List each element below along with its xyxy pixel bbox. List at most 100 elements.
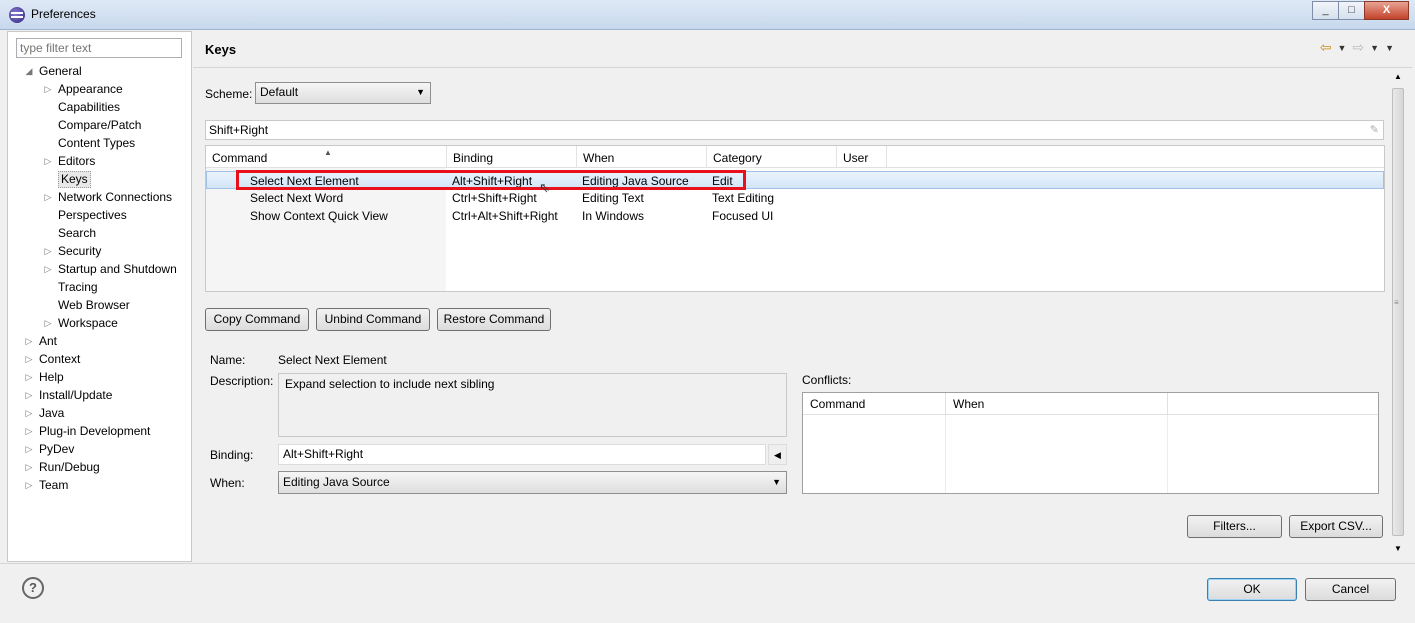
expand-arrow-icon[interactable]: ▷ [24,332,34,350]
copy-command-button[interactable]: Copy Command [205,308,309,331]
conflicts-column-when[interactable]: When [946,393,1168,415]
tree-item-label: Context [39,352,81,366]
tree-item-label: Search [58,226,97,240]
binding-menu-button[interactable]: ◀ [768,444,787,465]
table-row[interactable]: Select Next Word Ctrl+Shift+Right Editing … [206,189,1384,207]
tree-item[interactable]: Capabilities [8,98,191,116]
annotation-highlight-box [236,170,746,190]
ok-button[interactable]: OK [1207,578,1297,601]
window-title: Preferences [31,7,96,21]
tree-item[interactable]: Compare/Patch [8,116,191,134]
expand-arrow-icon[interactable]: ▷ [24,386,34,404]
tree-item[interactable]: Perspectives [8,206,191,224]
tree-item-label: Startup and Shutdown [58,262,177,276]
scroll-down-icon[interactable]: ▼ [1391,544,1405,553]
expand-arrow-icon[interactable]: ▷ [24,422,34,440]
scroll-up-icon[interactable]: ▲ [1391,72,1405,81]
when-value: Editing Java Source [283,475,390,489]
expand-arrow-icon[interactable]: ◢ [24,62,34,80]
tree-item[interactable]: ▷ Startup and Shutdown [8,260,191,278]
expand-arrow-icon[interactable]: ▷ [43,152,53,170]
tree-item[interactable]: ▷ Network Connections [8,188,191,206]
tree-item[interactable]: ▷ Editors [8,152,191,170]
tree-item[interactable]: ▷ Security [8,242,191,260]
tree-item[interactable]: Tracing [8,278,191,296]
tree-item[interactable]: Web Browser [8,296,191,314]
help-icon[interactable]: ? [22,577,44,599]
tree-item-label: Capabilities [58,100,121,114]
header-divider [193,67,1412,68]
table-row[interactable]: Show Context Quick View Ctrl+Alt+Shift+Ri… [206,207,1384,225]
scheme-select[interactable]: Default ▼ [255,82,431,104]
tree-item-label: Install/Update [39,388,113,402]
filter-input[interactable] [16,38,182,58]
forward-dropdown-icon: ▼ [1370,42,1380,53]
when-select[interactable]: Editing Java Source ▼ [278,471,787,494]
expand-arrow-icon[interactable]: ▷ [43,314,53,332]
close-button[interactable]: X [1364,1,1409,20]
cancel-button[interactable]: Cancel [1305,578,1396,601]
restore-command-button[interactable]: Restore Command [437,308,551,331]
back-arrow-icon[interactable]: ⇦ [1320,39,1332,56]
tree-item[interactable]: ▷ Appearance [8,80,191,98]
tree-item-label: Team [39,478,69,492]
tree-item-label: Web Browser [58,298,130,312]
filters-button[interactable]: Filters... [1187,515,1282,538]
tree-item[interactable]: ▷ Java [8,404,191,422]
mouse-cursor-icon: ⇖ [539,180,550,195]
expand-arrow-icon[interactable]: ▷ [24,404,34,422]
expand-arrow-icon[interactable]: ▷ [43,188,53,206]
tree-item[interactable]: ▷ Context [8,350,191,368]
tree-item[interactable]: Search [8,224,191,242]
page-scrollbar[interactable]: ▲ ≡ ▼ [1391,68,1405,555]
key-search-input[interactable]: Shift+Right ✎ [205,120,1384,140]
cell-command: Select Next Word [250,191,344,205]
tree-item[interactable]: ▷ Workspace [8,314,191,332]
expand-arrow-icon[interactable]: ▷ [43,80,53,98]
description-label: Description: [210,374,274,388]
scroll-thumb[interactable] [1392,88,1404,536]
unbind-command-button[interactable]: Unbind Command [316,308,430,331]
expand-arrow-icon[interactable]: ▷ [24,350,34,368]
clear-icon[interactable]: ✎ [1370,123,1379,136]
tree-item[interactable]: ▷ Install/Update [8,386,191,404]
binding-input[interactable]: Alt+Shift+Right [278,444,766,465]
column-when[interactable]: When [577,146,707,168]
tree-item-label: Help [39,370,64,384]
tree-item[interactable]: ▷ Run/Debug [8,458,191,476]
view-menu-icon[interactable]: ▼ [1385,43,1394,53]
tree-item-label: PyDev [39,442,75,456]
tree-item[interactable]: ◢ General [8,62,191,80]
column-command[interactable]: Command ▲ [206,146,447,168]
column-category[interactable]: Category [707,146,837,168]
tree-item[interactable]: ▷ Help [8,368,191,386]
tree-item[interactable]: Content Types [8,134,191,152]
column-user[interactable]: User [837,146,887,168]
conflicts-column-command[interactable]: Command [803,393,946,415]
tree-item[interactable]: ▷ Team [8,476,191,494]
back-dropdown-icon[interactable]: ▼ [1338,43,1347,53]
column-binding[interactable]: Binding [447,146,577,168]
scheme-value: Default [260,85,299,99]
expand-arrow-icon[interactable]: ▷ [24,368,34,386]
export-csv-button[interactable]: Export CSV... [1289,515,1383,538]
expand-arrow-icon[interactable]: ▷ [43,260,53,278]
cell-binding: Ctrl+Shift+Right [452,191,537,205]
expand-arrow-icon[interactable]: ▷ [43,242,53,260]
name-value: Select Next Element [278,353,387,367]
tree-item[interactable]: ▷ PyDev [8,440,191,458]
chevron-down-icon: ▼ [772,477,781,487]
tree-item[interactable]: Keys [8,170,191,188]
minimize-button[interactable]: _ [1312,1,1339,20]
tree-item-label: Content Types [58,136,136,150]
expand-arrow-icon[interactable]: ▷ [24,458,34,476]
tree-item[interactable]: ▷ Ant [8,332,191,350]
tree-item-label: Compare/Patch [58,118,142,132]
maximize-button[interactable]: □ [1338,1,1365,20]
expand-arrow-icon[interactable]: ▷ [24,440,34,458]
forward-arrow-icon: ⇨ [1352,39,1365,55]
page-navigation: ⇦ ▼ ⇨ ▼ ▼ [1320,39,1394,56]
expand-arrow-icon[interactable]: ▷ [24,476,34,494]
tree-item[interactable]: ▷ Plug-in Development [8,422,191,440]
commands-table: Command ▲ Binding When Category User Sel… [205,145,1385,292]
